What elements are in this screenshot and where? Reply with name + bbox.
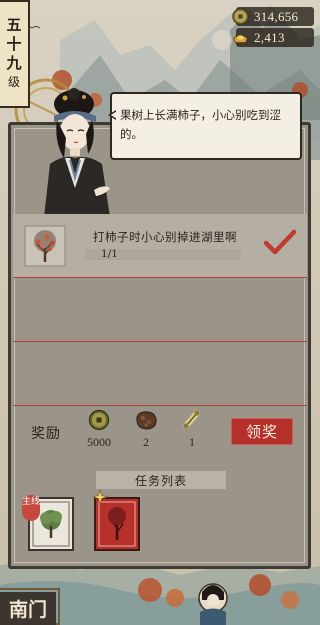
persimmon-tree-icon	[24, 225, 66, 267]
scroll-icon	[183, 410, 200, 429]
npc-speech-bubble: 果树上长满柿子，小心别吃到涩的。	[108, 92, 302, 160]
main-quest-tag-text: 主线	[22, 497, 41, 507]
npc-dialogue-text: 果树上长满柿子，小心别吃到涩的。	[120, 108, 281, 141]
reward-amount: 1	[189, 435, 195, 449]
reward-amount: 2	[143, 435, 149, 449]
ore-icon	[136, 411, 157, 430]
task-progress-text: 1/1	[101, 248, 118, 260]
coin-icon	[88, 409, 110, 431]
gold-ingot-icon	[233, 34, 248, 44]
reward-label: 奖励	[31, 426, 61, 442]
reward-item-coin: 5000	[81, 409, 117, 450]
task-list-header: 任务列表	[96, 471, 226, 489]
sparkle-icon	[93, 490, 107, 504]
task-list: 打柿子时小心别掉进湖里啊 1/1	[13, 214, 307, 406]
main-quest-tag: 主线	[22, 495, 40, 521]
location-button[interactable]: 南门	[0, 592, 56, 625]
reward-item-scroll: 1	[174, 409, 210, 450]
claim-reward-button[interactable]: 领奖	[231, 418, 293, 445]
coin-amount: 314,656	[254, 8, 299, 24]
coin-counter[interactable]: 314,656	[232, 7, 314, 26]
reward-amount: 5000	[87, 435, 111, 449]
level-char-1: 五	[6, 16, 22, 34]
gem-counter[interactable]: 2,413	[233, 28, 314, 47]
level-char-3: 九	[6, 54, 22, 72]
task-row-empty	[13, 278, 307, 342]
level-char-2: 十	[6, 35, 22, 53]
reward-item-ore: 2	[128, 409, 164, 450]
level-char-4: 级	[7, 75, 20, 89]
checkmark-icon	[263, 229, 297, 255]
task-name: 打柿子时小心别掉进湖里啊	[93, 230, 237, 244]
task-row-empty	[13, 342, 307, 406]
task-row[interactable]: 打柿子时小心别掉进湖里啊 1/1	[13, 214, 307, 278]
coin-icon	[232, 8, 249, 25]
npc-portrait	[44, 88, 110, 217]
gem-amount: 2,413	[254, 29, 285, 45]
